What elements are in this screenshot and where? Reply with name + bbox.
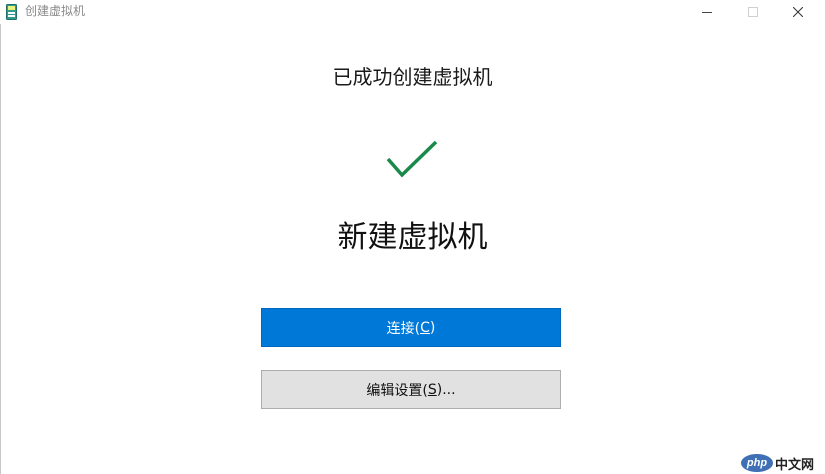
title-bar[interactable]: 创建虚拟机 [0, 0, 825, 24]
connect-button[interactable]: 连接(C) [261, 308, 561, 347]
maximize-button[interactable] [730, 0, 776, 24]
edit-settings-accelerator: S [427, 381, 437, 398]
connect-button-label: 连接( [386, 320, 421, 337]
watermark-text: 中文网 [775, 457, 815, 473]
watermark-logo: php [741, 454, 773, 472]
site-watermark: php 中文网 [741, 453, 814, 473]
connect-button-suffix: ) [429, 319, 436, 336]
maximize-icon [748, 7, 758, 17]
edit-settings-suffix: )... [436, 381, 456, 398]
dialog-window: 创建虚拟机 已成功创建虚拟机 新建虚拟机 连接(C) 编辑设置(S)... ph [0, 0, 825, 474]
edit-settings-button[interactable]: 编辑设置(S)... [261, 370, 561, 409]
close-icon [793, 7, 803, 17]
minimize-button[interactable] [684, 0, 730, 24]
checkmark-icon [386, 140, 438, 178]
vm-name: 新建虚拟机 [337, 220, 488, 255]
close-button[interactable] [775, 0, 821, 24]
minimize-icon [702, 12, 712, 13]
window-title: 创建虚拟机 [25, 4, 86, 18]
connect-accelerator: C [420, 319, 430, 336]
app-icon [6, 4, 17, 20]
edit-settings-label: 编辑设置( [366, 382, 428, 399]
success-heading: 已成功创建虚拟机 [332, 65, 493, 89]
